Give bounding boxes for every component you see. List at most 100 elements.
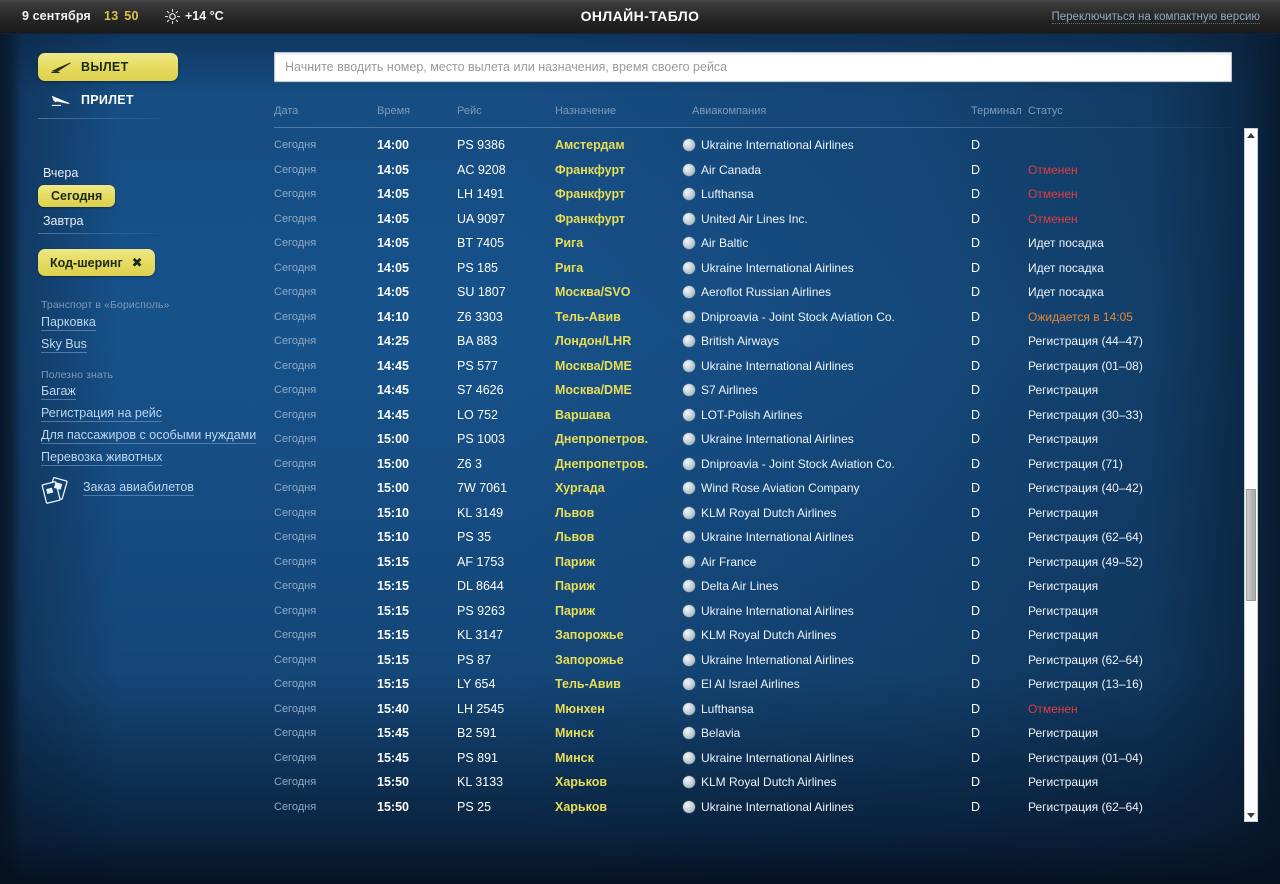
table-row[interactable]: Сегодня 15:00 PS 1003 Днепропетров. Ukraine … [274,427,1232,452]
row-airline: Ukraine International Airlines [683,648,854,673]
sidebar-day-today[interactable]: Сегодня [38,185,116,207]
row-terminal: D [971,309,981,324]
table-row[interactable]: Сегодня 14:45 PS 577 Москва/DME Ukraine Inte… [274,354,1232,379]
codeshare-filter-button[interactable]: Код-шеринг ✖ [38,249,155,276]
row-airline-name: Ukraine International Airlines [701,432,854,447]
row-time: 15:15 [377,677,409,691]
airline-logo-icon [683,286,695,299]
row-time: 14:05 [377,211,409,226]
table-row[interactable]: Сегодня 14:05 BT 7405 Рига Air Baltic D Идет п… [274,231,1232,256]
row-airline-name: United Air Lines Inc. [701,211,808,226]
sidebar-link-order-tickets[interactable]: Заказ авиабилетов [83,480,194,496]
row-terminal: D [971,481,981,495]
sidebar-link-skybus[interactable]: Sky Bus [41,337,87,353]
row-status: Регистрация [1028,505,1099,520]
row-flight-number: LH 1491 [457,187,505,201]
row-flight-number: 7W 7061 [457,481,508,495]
row-status: Регистрация (49–52) [1028,554,1143,569]
tickets-icon [41,477,68,504]
airline-logo-icon [683,212,695,225]
sidebar-day-tomorrow[interactable]: Завтра [43,214,84,228]
row-date: Сегодня [274,727,317,739]
table-row[interactable]: Сегодня 15:10 KL 3149 Львов KLM Royal Dutch … [274,501,1232,526]
row-destination: Амстердам [555,138,625,152]
column-header-date: Дата [274,105,299,117]
close-x-icon[interactable]: ✖ [132,255,143,271]
table-row[interactable]: Сегодня 15:15 DL 8644 Париж Delta Air Lines D… [274,574,1232,599]
row-airline-name: Air Baltic [701,236,749,251]
table-row[interactable]: Сегодня 14:00 PS 9386 Амстердам Ukraine Inte… [274,133,1232,158]
row-date: Сегодня [274,482,317,494]
table-row[interactable]: Сегодня 15:15 LY 654 Тель-Авив El Al Israel … [274,672,1232,697]
row-time: 15:50 [377,799,409,814]
row-date: Сегодня [274,702,317,715]
row-airline: S7 Airlines [683,378,758,403]
table-row[interactable]: Сегодня 14:45 LO 752 Варшава LOT-Polish Airl… [274,403,1232,428]
row-status: Регистрация (01–04) [1028,750,1143,765]
switch-to-compact-version-link[interactable]: Переключиться на компактную версию [1051,11,1260,24]
row-flight-number: KL 3133 [457,775,504,789]
row-date: Сегодня [274,433,317,445]
row-date: Сегодня [274,384,317,396]
table-row[interactable]: Сегодня 14:05 AC 9208 Франкфурт Air Canada D О… [274,158,1232,183]
row-time: 15:00 [377,432,409,446]
table-header-rule [274,127,1232,128]
sidebar-link-special-needs[interactable]: Для пассажиров с особыми нуждами [41,428,257,444]
row-time: 14:45 [377,358,409,373]
row-airline-name: Dniproavia - Joint Stock Aviation Co. [701,309,895,324]
vertical-scrollbar[interactable] [1244,128,1258,822]
search-input[interactable] [274,52,1232,82]
table-row[interactable]: Сегодня 15:50 PS 25 Харьков Ukraine Internat… [274,795,1232,820]
row-terminal: D [971,628,981,642]
sidebar-day-yesterday[interactable]: Вчера [43,166,78,180]
sidebar-link-baggage[interactable]: Багаж [41,384,76,400]
table-row[interactable]: Сегодня 15:45 B2 591 Минск Belavia D Регистрац… [274,721,1232,746]
table-row[interactable]: Сегодня 15:15 AF 1753 Париж Air France D Регис… [274,550,1232,575]
row-date: Сегодня [274,408,317,421]
table-row[interactable]: Сегодня 15:15 PS 87 Запорожье Ukraine Intern… [274,648,1232,673]
table-row[interactable]: Сегодня 14:05 SU 1807 Москва/SVO Aeroflot Ru… [274,280,1232,305]
sidebar-link-checkin[interactable]: Регистрация на рейс [41,406,163,422]
row-airline: Delta Air Lines [683,574,778,599]
sidebar-tab-departures[interactable]: ВЫЛЕТ [38,53,178,81]
table-row[interactable]: Сегодня 15:15 KL 3147 Запорожье KLM Royal Du… [274,623,1232,648]
scroll-down-arrow-icon[interactable] [1245,809,1257,821]
row-date: Сегодня [274,457,317,470]
table-row[interactable]: Сегодня 14:45 S7 4626 Москва/DME S7 Airlines… [274,378,1232,403]
table-row[interactable]: Сегодня 14:10 Z6 3303 Тель-Авив Dniproavia -… [274,305,1232,330]
table-row[interactable]: Сегодня 15:15 PS 9263 Париж Ukraine Internat… [274,599,1232,624]
row-airline-name: Delta Air Lines [701,579,779,594]
row-date: Сегодня [274,359,317,372]
row-airline-name: KLM Royal Dutch Airlines [701,775,837,790]
sidebar-link-parking[interactable]: Парковка [41,315,96,331]
sidebar-divider-bottom [38,233,162,234]
row-time: 14:05 [377,187,409,201]
table-row[interactable]: Сегодня 15:50 KL 3133 Харьков KLM Royal Dutc… [274,770,1232,795]
scrollbar-thumb[interactable] [1246,489,1256,601]
scroll-up-arrow-icon[interactable] [1245,129,1257,141]
table-row[interactable]: Сегодня 15:10 PS 35 Львов Ukraine Internatio… [274,525,1232,550]
table-row[interactable]: Сегодня 14:25 BA 883 Лондон/LHR British Airw… [274,329,1232,354]
sidebar-tab-arrivals[interactable]: ПРИЛЕТ [38,86,200,114]
row-date: Сегодня [274,629,317,641]
row-destination: Франкфурт [555,187,626,201]
row-time: 15:45 [377,726,409,740]
row-destination: Запорожье [555,652,624,667]
row-terminal: D [971,652,981,667]
table-row[interactable]: Сегодня 15:40 LH 2545 Мюнхен Lufthansa D Отмен… [274,697,1232,722]
flight-table-body[interactable]: Сегодня 14:00 PS 9386 Амстердам Ukraine Inte… [274,133,1232,833]
table-row[interactable]: Сегодня 15:45 PS 891 Минск Ukraine Internati… [274,746,1232,771]
row-terminal: D [971,334,981,348]
table-row[interactable]: Сегодня 14:05 LH 1491 Франкфурт Lufthansa D От… [274,182,1232,207]
row-destination: Днепропетров. [555,432,649,446]
table-row[interactable]: Сегодня 15:00 Z6 3 Днепропетров. Dniproavia … [274,452,1232,477]
row-time: 15:40 [377,701,409,716]
row-flight-number: BT 7405 [457,236,505,250]
table-row[interactable]: Сегодня 15:00 7W 7061 Хургада Wind Rose Avia… [274,476,1232,501]
table-row[interactable]: Сегодня 14:05 PS 185 Рига Ukraine Internatio… [274,256,1232,281]
row-destination: Мюнхен [555,701,605,716]
row-time: 15:15 [377,579,409,593]
table-row[interactable]: Сегодня 14:05 UA 9097 Франкфурт United Air L… [274,207,1232,232]
sidebar-link-animal-transport[interactable]: Перевозка животных [41,450,163,466]
row-terminal: D [971,505,981,520]
